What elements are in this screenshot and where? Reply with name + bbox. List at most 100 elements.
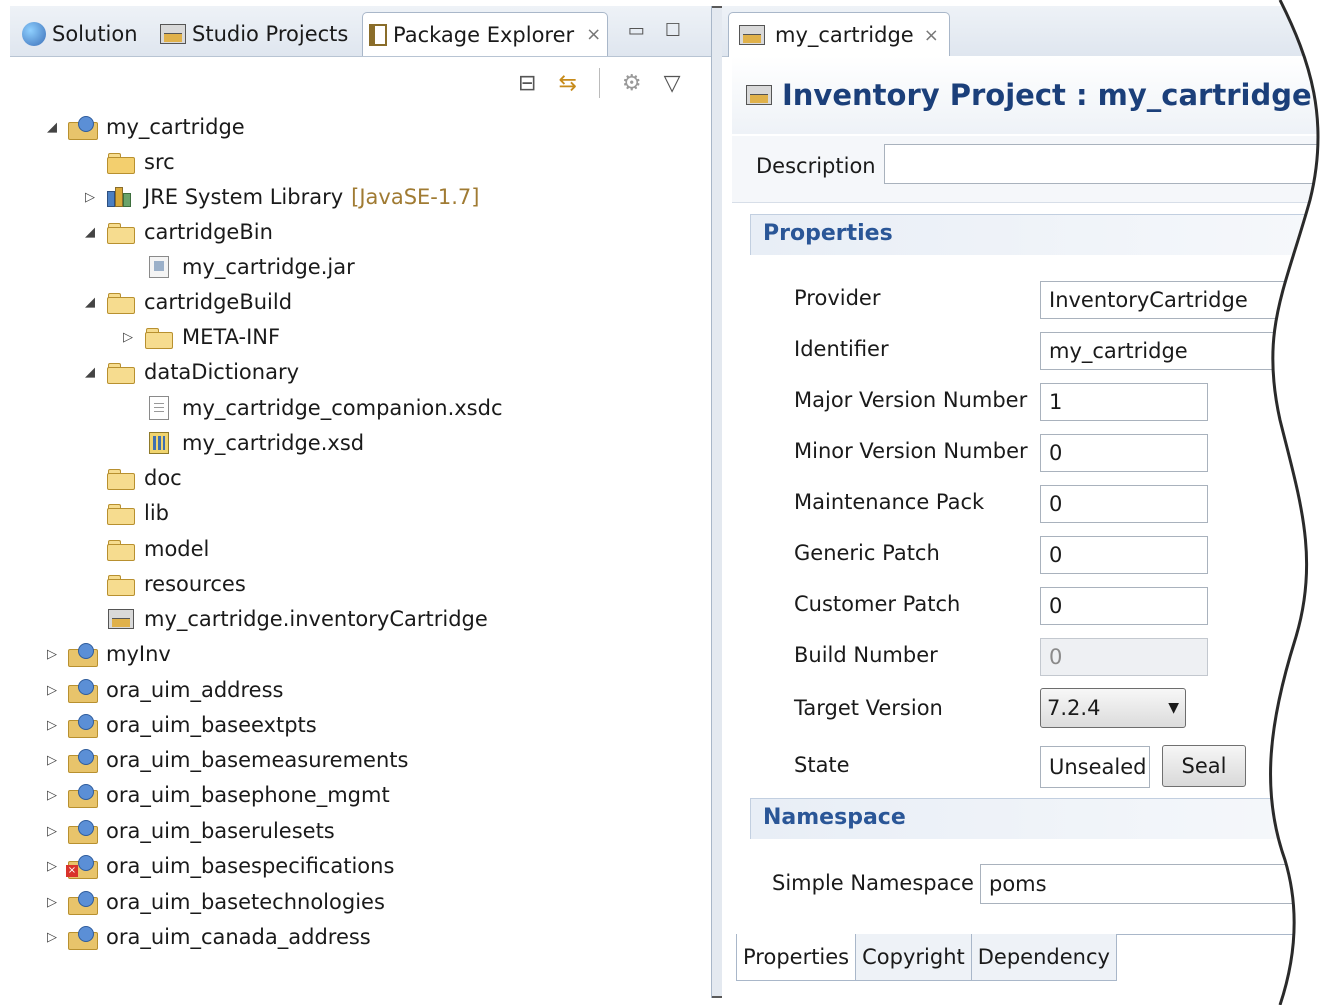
tree-item-cartridgebuild[interactable]: ◢ cartridgeBuild	[82, 285, 292, 319]
window-buttons: ▭ ☐	[628, 20, 681, 41]
editor-tab-my-cartridge[interactable]: my_cartridge ×	[728, 12, 950, 57]
generic-patch-input[interactable]: 0	[1040, 536, 1208, 574]
view-menu-icon[interactable]: ▽	[664, 71, 681, 96]
expanded-icon[interactable]: ◢	[44, 120, 60, 135]
expanded-icon[interactable]: ◢	[82, 295, 98, 310]
project-error-icon: ×	[66, 854, 98, 879]
target-version-select[interactable]: 7.2.4 ▼	[1040, 688, 1186, 728]
tree-item-project[interactable]: ▷ ora_uim_basephone_mgmt	[44, 778, 390, 812]
tree-item-datadictionary[interactable]: ◢ dataDictionary	[82, 355, 299, 389]
major-version-input[interactable]: 1	[1040, 383, 1208, 421]
tree-item-lib[interactable]: lib	[82, 496, 169, 530]
provider-label: Provider	[794, 286, 881, 310]
tab-label: Solution	[52, 22, 138, 46]
identifier-label: Identifier	[794, 337, 889, 361]
maximize-icon[interactable]: ☐	[665, 20, 681, 41]
tree-item-project[interactable]: ▷ myInv	[44, 637, 171, 671]
collapsed-icon[interactable]: ▷	[44, 753, 60, 768]
expanded-icon[interactable]: ◢	[82, 365, 98, 380]
tree-item-project[interactable]: ▷ ora_uim_baseextpts	[44, 708, 317, 742]
tree-item-model[interactable]: model	[82, 532, 209, 566]
close-icon[interactable]: ×	[586, 24, 601, 45]
tab-properties[interactable]: Properties	[736, 934, 857, 981]
folder-icon	[106, 572, 136, 596]
folder-icon	[106, 290, 136, 314]
minor-version-input[interactable]: 0	[1040, 434, 1208, 472]
tree-item-companion-xsdc[interactable]: my_cartridge_companion.xsdc	[120, 391, 503, 425]
folder-icon	[106, 360, 136, 384]
collapsed-icon[interactable]: ▷	[44, 824, 60, 839]
tab-package-explorer[interactable]: Package Explorer ×	[362, 12, 609, 56]
tree-item-meta-inf[interactable]: ▷ META-INF	[120, 320, 280, 354]
tree-item-inventory-cartridge[interactable]: my_cartridge.inventoryCartridge	[82, 602, 488, 636]
tree-item-resources[interactable]: resources	[82, 567, 246, 601]
tab-solution[interactable]: Solution	[16, 12, 144, 56]
editor-tabbar: my_cartridge ×	[722, 6, 1326, 57]
tree-item-label: model	[144, 537, 210, 561]
expanded-icon[interactable]: ◢	[82, 225, 98, 240]
inventory-cartridge-icon	[746, 85, 772, 105]
source-folder-icon	[106, 150, 136, 174]
text-file-icon	[144, 396, 174, 420]
tab-dependency[interactable]: Dependency	[970, 934, 1117, 981]
editor-tab-label: my_cartridge	[775, 23, 914, 47]
link-with-editor-icon[interactable]: ⇆	[558, 71, 576, 96]
chevron-down-icon: ▼	[1168, 700, 1179, 716]
tab-copyright[interactable]: Copyright	[855, 934, 972, 981]
tree-item-label: resources	[144, 572, 246, 596]
folder-icon	[106, 501, 136, 525]
tree-item-src[interactable]: src	[82, 145, 175, 179]
page-title: Inventory Project : my_cartridge	[746, 78, 1312, 112]
tree-item-project[interactable]: ▷ ora_uim_basetechnologies	[44, 885, 385, 919]
tree-item-label: myInv	[106, 642, 171, 666]
collapsed-icon[interactable]: ▷	[44, 683, 60, 698]
jar-file-icon	[144, 255, 174, 279]
collapsed-icon[interactable]: ▷	[44, 895, 60, 910]
tree-item-project[interactable]: ▷ ora_uim_address	[44, 673, 283, 707]
tree-item-cartridgebin[interactable]: ◢ cartridgeBin	[82, 215, 273, 249]
collapsed-icon[interactable]: ▷	[82, 190, 98, 205]
collapsed-icon[interactable]: ▷	[44, 788, 60, 803]
project-icon	[68, 748, 98, 773]
project-icon	[68, 925, 98, 950]
minimize-icon[interactable]: ▭	[628, 20, 645, 41]
xsd-file-icon	[144, 431, 174, 455]
target-version-label: Target Version	[794, 696, 943, 720]
collapsed-icon[interactable]: ▷	[44, 930, 60, 945]
solution-icon	[22, 22, 46, 46]
editor-header: Inventory Project : my_cartridge	[732, 56, 1326, 134]
project-icon	[68, 890, 98, 915]
tree-item-cartridge-jar[interactable]: my_cartridge.jar	[120, 250, 355, 284]
tree-item-project[interactable]: ▷ × ora_uim_basespecifications	[44, 849, 394, 883]
tree-item-label: JRE System Library	[144, 185, 344, 209]
tab-label: Studio Projects	[192, 22, 349, 46]
tree-item-my-cartridge[interactable]: ◢ my_cartridge	[44, 110, 245, 144]
collapsed-icon[interactable]: ▷	[44, 647, 60, 662]
tree-item-doc[interactable]: doc	[82, 461, 182, 495]
project-icon	[68, 678, 98, 703]
collapse-all-icon[interactable]: ⊟	[518, 71, 536, 96]
folder-icon	[106, 220, 136, 244]
tree-item-project[interactable]: ▷ ora_uim_basemeasurements	[44, 743, 408, 777]
close-icon[interactable]: ×	[924, 25, 939, 46]
tree-item-label: ora_uim_canada_address	[106, 925, 371, 949]
collapsed-icon[interactable]: ▷	[44, 859, 60, 874]
filter-icon[interactable]: ⚙	[622, 71, 642, 96]
tree-item-jre-library[interactable]: ▷ JRE System Library [JavaSE-1.7]	[82, 180, 479, 214]
tree-item-project[interactable]: ▷ ora_uim_baserulesets	[44, 814, 335, 848]
project-icon	[68, 783, 98, 808]
build-number-input: 0	[1040, 638, 1208, 676]
tab-studio-projects[interactable]: Studio Projects	[154, 12, 354, 56]
maintenance-pack-input[interactable]: 0	[1040, 485, 1208, 523]
customer-patch-input[interactable]: 0	[1040, 587, 1208, 625]
collapsed-icon[interactable]: ▷	[120, 330, 136, 345]
tree-item-cartridge-xsd[interactable]: my_cartridge.xsd	[120, 426, 364, 460]
tree-item-project[interactable]: ▷ ora_uim_canada_address	[44, 920, 371, 954]
tree-item-label: ora_uim_basespecifications	[106, 854, 395, 878]
seal-button[interactable]: Seal	[1162, 745, 1246, 787]
package-explorer-pane: Solution Studio Projects Package Explore…	[10, 6, 712, 998]
minor-version-label: Minor Version Number	[794, 439, 1028, 463]
collapsed-icon[interactable]: ▷	[44, 718, 60, 733]
tree-item-label: cartridgeBuild	[144, 290, 293, 314]
tree-item-label: my_cartridge.inventoryCartridge	[144, 607, 488, 631]
